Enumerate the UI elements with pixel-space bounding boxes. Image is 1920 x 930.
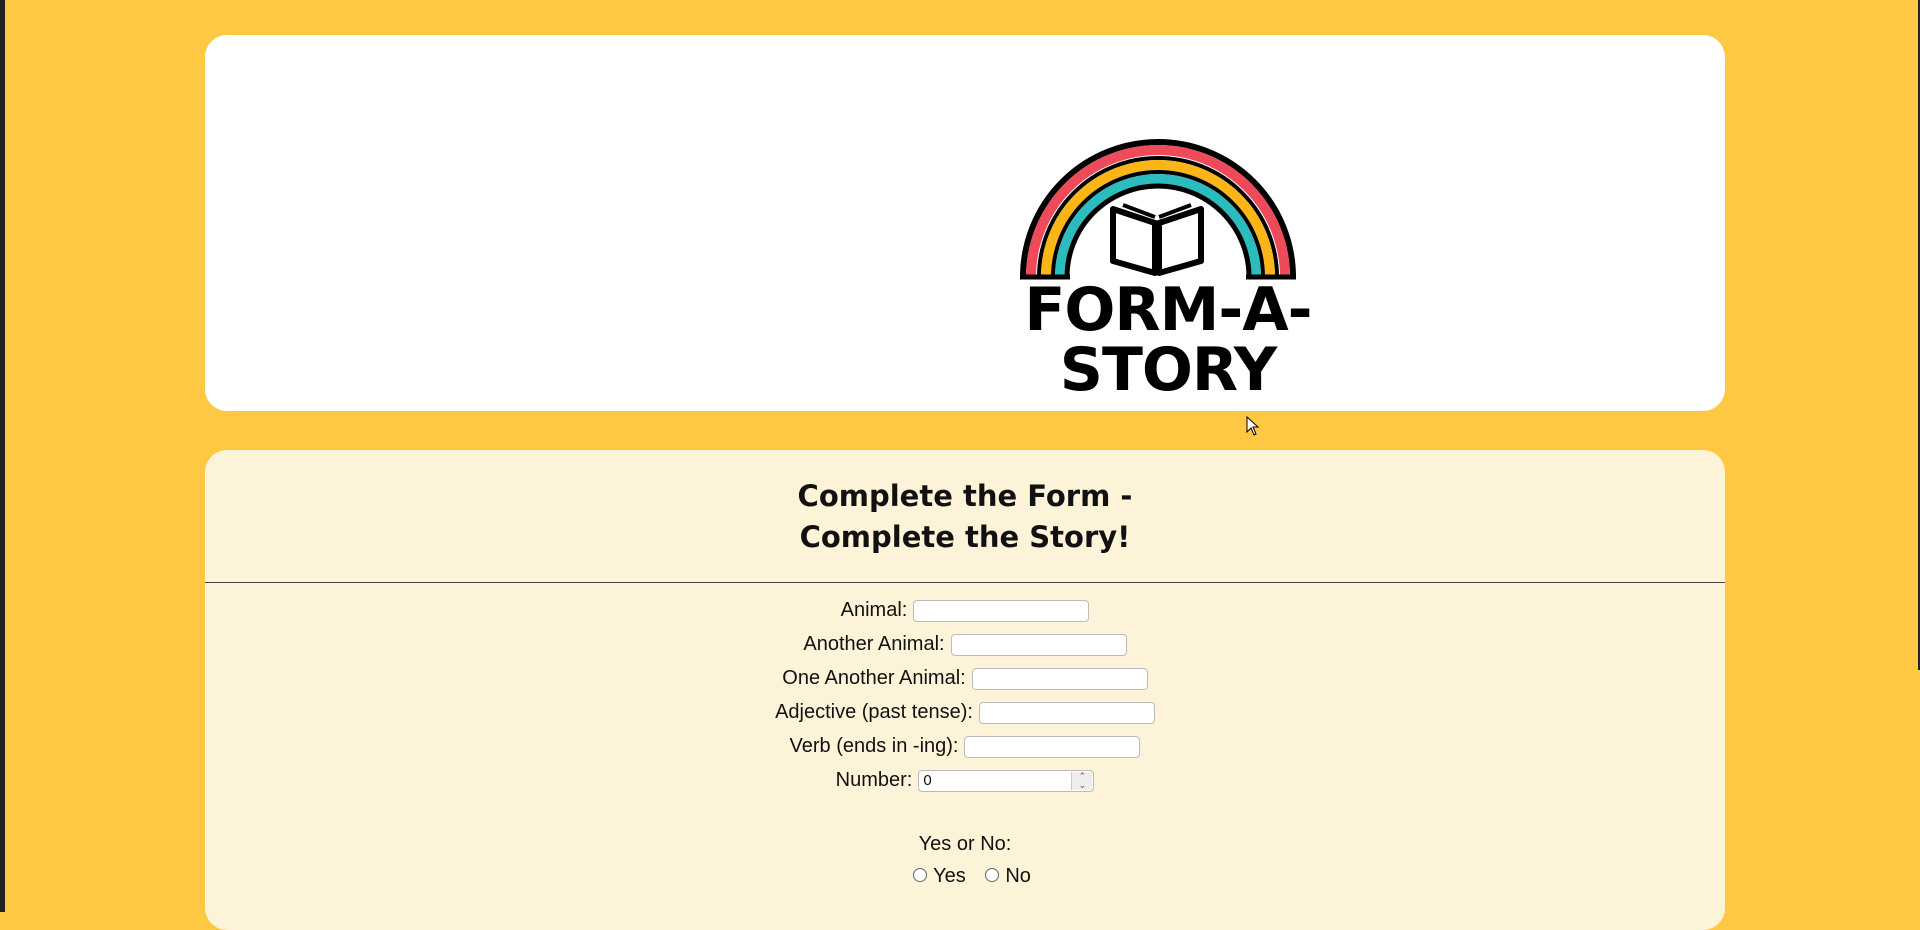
- no-radio-label: No: [1005, 865, 1031, 887]
- adjective-input[interactable]: [978, 701, 1155, 724]
- mouse-cursor-icon: [1246, 416, 1260, 436]
- another-animal-input[interactable]: [950, 633, 1127, 656]
- yes-no-radio-group: Yes No: [205, 865, 1725, 888]
- form-title-line1: Complete the Form -: [797, 479, 1133, 513]
- yes-radio[interactable]: [913, 867, 928, 882]
- form-title-line2: Complete the Story!: [799, 520, 1131, 554]
- no-radio[interactable]: [985, 867, 1000, 882]
- divider: [205, 582, 1725, 583]
- yes-no-label: Yes or No:: [918, 833, 1012, 855]
- field-another-animal: Another Animal:: [205, 630, 1725, 658]
- field-one-another-animal: One Another Animal:: [205, 664, 1725, 692]
- number-value: 0: [923, 771, 932, 789]
- number-spinner[interactable]: ⌃ ⌄: [1071, 771, 1093, 790]
- left-edge: [0, 0, 5, 912]
- one-another-animal-input[interactable]: [971, 667, 1148, 690]
- form-a-story-logo: FORM-A-STORY: [943, 135, 1393, 400]
- field-verb: Verb (ends in -ing):: [205, 732, 1725, 760]
- logo-wordmark: FORM-A-STORY: [1024, 275, 1312, 405]
- another-animal-label: Another Animal:: [803, 633, 945, 655]
- verb-input[interactable]: [964, 735, 1141, 758]
- field-number: Number: 0 ⌃ ⌄: [205, 766, 1725, 794]
- number-label: Number:: [835, 769, 913, 791]
- animal-input[interactable]: [913, 599, 1090, 622]
- story-form: Complete the Form - Complete the Story! …: [205, 450, 1725, 930]
- animal-label: Animal:: [840, 599, 908, 621]
- one-another-animal-label: One Another Animal:: [782, 667, 966, 689]
- number-input[interactable]: 0 ⌃ ⌄: [918, 769, 1095, 792]
- field-animal: Animal:: [205, 596, 1725, 624]
- yes-radio-label: Yes: [933, 865, 966, 887]
- adjective-label: Adjective (past tense):: [775, 701, 973, 723]
- form-title: Complete the Form - Complete the Story!: [205, 476, 1725, 558]
- verb-label: Verb (ends in -ing):: [789, 735, 959, 757]
- field-adjective: Adjective (past tense):: [205, 698, 1725, 726]
- header-card: FORM-A-STORY: [205, 35, 1725, 436]
